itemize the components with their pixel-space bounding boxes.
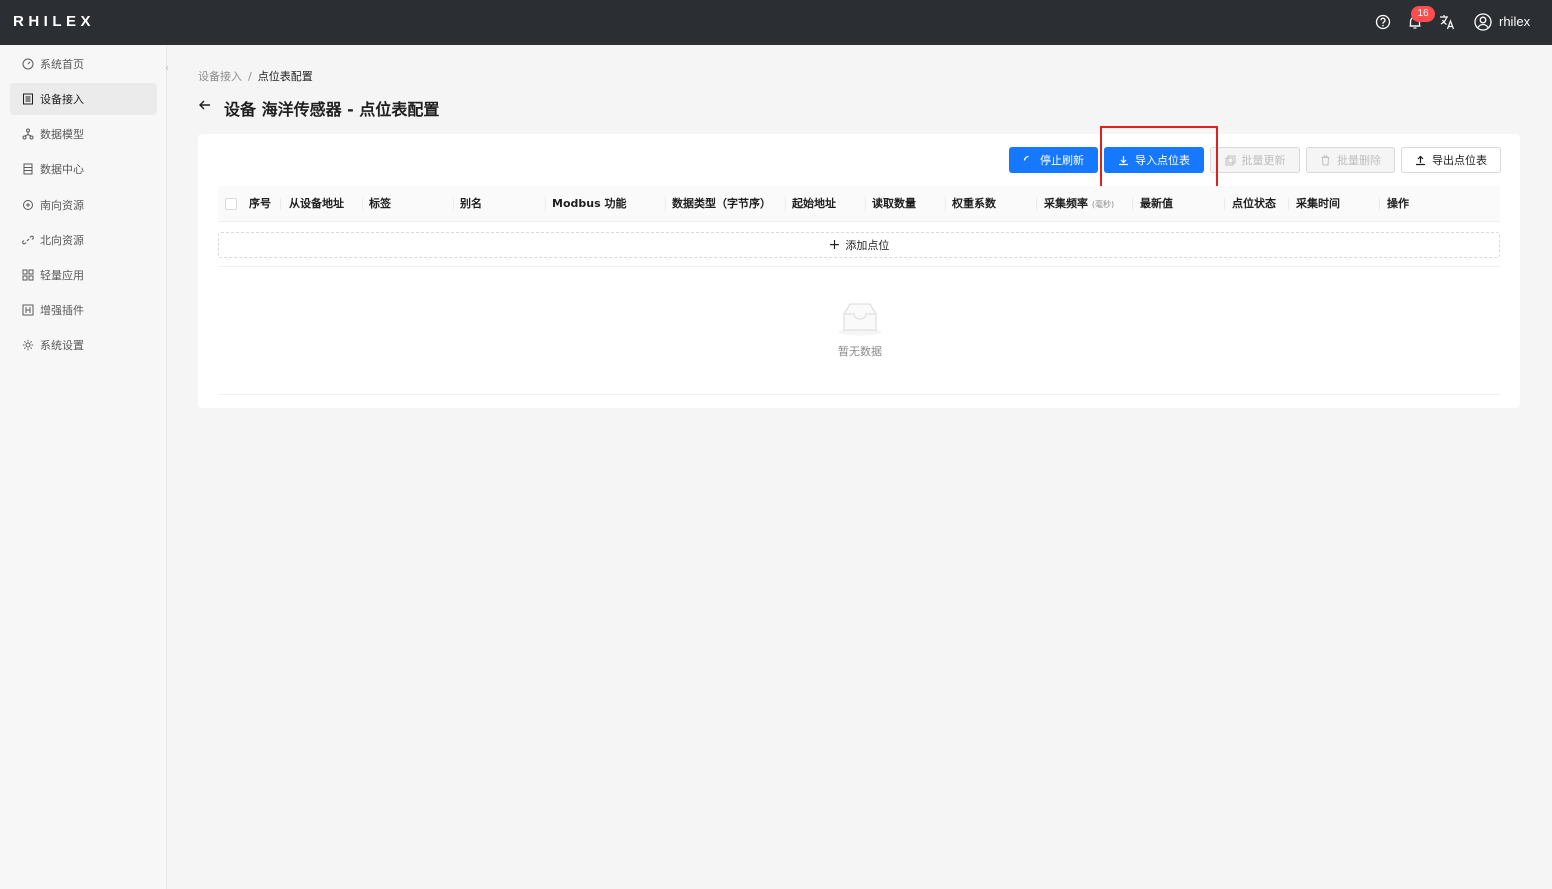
user-avatar-icon[interactable] [1473, 12, 1493, 32]
empty-inbox-icon [838, 303, 882, 336]
column-divider [545, 197, 546, 211]
divider [218, 266, 1500, 267]
column-collect-time: 采集时间 [1296, 197, 1340, 210]
highlight-annotation-box [1100, 126, 1218, 192]
column-frequency: 采集频率 (毫秒) [1044, 186, 1114, 222]
sidebar-item-light-apps[interactable]: 轻量应用 [10, 259, 157, 291]
database-icon [23, 163, 33, 175]
breadcrumb-separator: / [248, 70, 252, 83]
sidebar-item-label: 增强插件 [40, 304, 84, 317]
column-divider [1379, 197, 1380, 211]
sidebar-item-plugins[interactable]: 增强插件 [10, 294, 157, 326]
help-icon[interactable] [1373, 12, 1393, 32]
sidebar-item-label: 北向资源 [40, 234, 84, 247]
copy-icon [1225, 155, 1235, 165]
breadcrumb-current: 点位表配置 [257, 70, 313, 83]
column-divider [945, 197, 946, 211]
sidebar-item-settings[interactable]: 系统设置 [10, 329, 157, 361]
stop-refresh-label: 停止刷新 [1040, 154, 1084, 167]
sidebar-item-data-model[interactable]: 数据模型 [10, 118, 157, 150]
column-divider [1288, 197, 1289, 211]
sidebar-item-device-access[interactable]: 设备接入 [10, 83, 157, 115]
column-divider [362, 197, 363, 211]
column-divider [665, 197, 666, 211]
plus-icon: + [828, 237, 841, 253]
add-point-button[interactable]: + 添加点位 [218, 232, 1500, 258]
cluster-icon [22, 128, 34, 140]
batch-update-button[interactable]: 批量更新 [1210, 147, 1300, 173]
column-point-status: 点位状态 [1232, 197, 1276, 210]
column-divider [785, 197, 786, 211]
appstore-icon [22, 269, 34, 281]
sidebar-item-label: 设备接入 [40, 93, 84, 106]
column-actions: 操作 [1387, 197, 1409, 210]
dashboard-icon [22, 58, 34, 70]
gear-icon [22, 339, 34, 351]
column-divider [1224, 197, 1225, 211]
column-tag: 标签 [369, 197, 391, 210]
sidebar-item-label: 轻量应用 [40, 269, 84, 282]
column-latest-value: 最新值 [1140, 197, 1173, 210]
column-divider [280, 197, 281, 211]
sidebar-item-label: 系统首页 [40, 58, 84, 71]
column-data-type: 数据类型（字节序） [672, 197, 771, 210]
column-divider [1132, 197, 1133, 211]
column-divider [453, 197, 454, 211]
api-icon [23, 200, 33, 210]
column-divider [1036, 197, 1037, 211]
empty-state-text: 暂无数据 [838, 345, 882, 358]
sidebar-collapse-icon[interactable]: ‹ [160, 60, 174, 78]
sidebar-item-label: 数据模型 [40, 128, 84, 141]
notification-badge: 16 [1411, 6, 1435, 22]
username[interactable]: rhilex [1499, 14, 1530, 29]
batch-delete-button[interactable]: 批量删除 [1306, 147, 1395, 173]
content-card [198, 134, 1520, 408]
plugin-icon [22, 304, 34, 316]
batch-update-label: 批量更新 [1241, 154, 1286, 167]
sidebar-item-label: 系统设置 [40, 339, 84, 352]
breadcrumb-parent[interactable]: 设备接入 [198, 70, 242, 83]
sidebar-item-north-resources[interactable]: 北向资源 [10, 224, 157, 256]
column-slave-address: 从设备地址 [289, 197, 344, 210]
loading-icon [1023, 155, 1029, 161]
add-point-label: 添加点位 [845, 239, 890, 252]
divider [218, 394, 1500, 395]
stop-refresh-button[interactable]: 停止刷新 [1009, 147, 1098, 173]
sidebar-item-home[interactable]: 系统首页 [10, 48, 157, 80]
column-weight: 权重系数 [952, 197, 996, 210]
column-index: 序号 [249, 197, 271, 210]
table-header: 序号 从设备地址 标签 别名 Modbus 功能 数据类型（字节序） 起始地址 … [218, 186, 1500, 222]
translate-icon[interactable] [1437, 12, 1457, 32]
breadcrumb: 设备接入 / 点位表配置 [198, 68, 313, 84]
sidebar-item-south-resources[interactable]: 南向资源 [10, 189, 157, 221]
export-points-button[interactable]: 导出点位表 [1401, 147, 1501, 173]
export-label: 导出点位表 [1432, 154, 1487, 167]
link-icon [22, 235, 34, 245]
column-divider [865, 197, 866, 211]
column-frequency-unit: (毫秒) [1091, 200, 1115, 209]
sidebar-item-label: 数据中心 [40, 163, 84, 176]
app-logo[interactable]: RHILEX [13, 13, 95, 30]
back-arrow-icon[interactable] [198, 98, 212, 112]
sidebar-item-data-center[interactable]: 数据中心 [10, 153, 157, 185]
select-all-checkbox[interactable] [225, 198, 237, 210]
top-bar: RHILEX 16 rhilex [0, 0, 1552, 45]
column-start-address: 起始地址 [792, 197, 836, 210]
column-read-count: 读取数量 [872, 197, 916, 210]
column-frequency-label: 采集频率 [1044, 197, 1088, 210]
trash-icon [1321, 155, 1330, 165]
batch-delete-label: 批量删除 [1337, 154, 1381, 167]
page-title: 设备 海洋传感器 - 点位表配置 [224, 100, 440, 119]
sidebar-item-label: 南向资源 [40, 199, 84, 212]
device-icon [23, 93, 33, 105]
upload-icon [1416, 155, 1425, 165]
column-modbus-function: Modbus 功能 [552, 197, 627, 210]
column-alias: 别名 [460, 197, 482, 210]
